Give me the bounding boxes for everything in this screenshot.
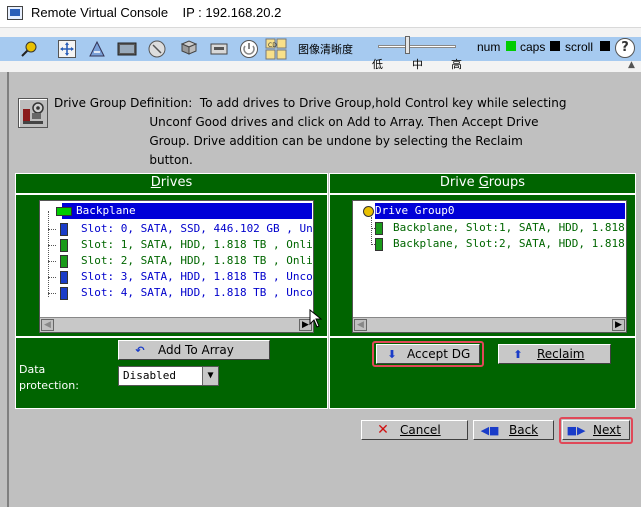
drive-group-icon xyxy=(363,206,374,217)
tree-row-label: Slot: 3, SATA, HDD, 1.818 TB , Unconf xyxy=(81,270,314,283)
scroll-right-arrow[interactable]: ▶ xyxy=(612,319,625,331)
power-icon[interactable] xyxy=(238,38,260,60)
macro-icon[interactable] xyxy=(86,38,108,60)
scroll-left-arrow[interactable]: ◀ xyxy=(354,319,367,331)
console-toolbar: CD 图像清晰度 低 中 高 num caps scroll ? ▲ xyxy=(0,28,641,72)
tree-connector xyxy=(48,211,49,297)
window-title: Remote Virtual Console IP : 192.168.20.2 xyxy=(31,5,282,20)
tree-branch xyxy=(48,261,56,262)
tree-root-backplane[interactable]: Backplane xyxy=(56,203,312,219)
scroll-lock-indicator xyxy=(600,41,610,51)
up-arrow-icon[interactable]: ▲ xyxy=(628,60,635,70)
num-lock-label: num xyxy=(477,40,501,54)
image-quality-label: 图像清晰度 xyxy=(298,43,353,56)
tree-row-label: Slot: 0, SATA, SSD, 446.102 GB , Unco xyxy=(81,222,314,235)
drive-icon xyxy=(375,222,383,235)
tree-root-drive-group[interactable]: Drive Group0 xyxy=(363,203,625,219)
drive-icon xyxy=(60,255,68,268)
scroll-left-arrow[interactable]: ◀ xyxy=(41,319,54,331)
chevron-down-icon[interactable]: ▼ xyxy=(202,367,218,385)
groups-panel-header: Drive Groups xyxy=(329,173,636,194)
slider-tick-low: 低 xyxy=(372,58,383,71)
mouse-icon[interactable] xyxy=(146,38,168,60)
reclaim-button[interactable]: ⬆ Reclaim xyxy=(498,344,611,364)
slider-tick-mid: 中 xyxy=(412,58,423,71)
drive-icon[interactable] xyxy=(178,38,200,60)
keyboard-icon[interactable] xyxy=(116,38,138,60)
tree-branch xyxy=(48,293,56,294)
groups-tree[interactable]: Drive Group0 Backplane, Slot:1, SATA, HD… xyxy=(352,200,627,333)
close-icon: ✕ xyxy=(377,422,389,438)
drives-panel: Backplane Slot: 0, SATA, SSD, 446.102 GB… xyxy=(15,194,328,337)
svg-text:CD: CD xyxy=(268,42,277,49)
tree-branch xyxy=(48,245,56,246)
tree-row-label: Slot: 4, SATA, HDD, 1.818 TB , Uncon xyxy=(81,286,314,299)
drive-icon xyxy=(60,271,68,284)
mouse-cursor-icon xyxy=(309,309,323,328)
pin-icon[interactable] xyxy=(18,38,40,60)
window-title-bar: Remote Virtual Console IP : 192.168.20.2 xyxy=(0,0,641,28)
tree-row-label: Backplane, Slot:1, SATA, HDD, 1.818 xyxy=(393,221,625,234)
cd-icon[interactable]: CD xyxy=(265,38,287,60)
instruction-text: Drive Group Definition: To add drives to… xyxy=(54,96,567,167)
quality-slider-track[interactable] xyxy=(378,45,456,48)
drives-hscrollbar[interactable]: ◀ ▶ xyxy=(40,317,313,332)
scroll-lock-label: scroll xyxy=(565,40,594,54)
tree-connector xyxy=(371,217,372,243)
tree-row-label: Slot: 1, SATA, HDD, 1.818 TB , Online xyxy=(81,238,314,251)
accept-dg-highlight xyxy=(372,341,484,367)
up-arrow-icon: ⬆ xyxy=(513,347,523,361)
groups-panel: Drive Group0 Backplane, Slot:1, SATA, HD… xyxy=(329,194,636,337)
add-to-array-button[interactable]: ↶ Add To Array xyxy=(118,340,270,360)
drive-icon xyxy=(60,223,68,236)
quality-slider-thumb[interactable] xyxy=(405,36,410,54)
next-highlight xyxy=(559,417,633,444)
groups-hscrollbar[interactable]: ◀ ▶ xyxy=(353,317,626,332)
drive-icon xyxy=(375,238,383,251)
drives-actions-area: ↶ Add To Array Data protection: Disabled… xyxy=(15,337,328,409)
drives-panel-header: Drives xyxy=(15,173,328,194)
drives-tree[interactable]: Backplane Slot: 0, SATA, SSD, 446.102 GB… xyxy=(39,200,314,333)
tree-row-label: Slot: 2, SATA, HDD, 1.818 TB , Online xyxy=(81,254,314,267)
groups-actions-area: ⬇ Accept DG ⬆ Reclaim xyxy=(329,337,636,409)
slider-tick-high: 高 xyxy=(451,58,462,71)
tree-row-label: Backplane, Slot:2, SATA, HDD, 1.818 xyxy=(393,237,625,250)
back-arrow-icon: ◀■ xyxy=(480,423,500,437)
back-button[interactable]: ◀■ Back xyxy=(473,420,554,440)
caps-lock-label: caps xyxy=(520,40,546,54)
data-protection-select[interactable]: Disabled ▼ xyxy=(118,366,219,386)
help-button[interactable]: ? xyxy=(615,38,635,58)
backplane-icon xyxy=(56,207,72,216)
wizard-gear-icon xyxy=(18,98,48,128)
data-protection-label: Data protection: xyxy=(19,363,79,392)
drive-icon xyxy=(60,287,68,300)
disk-icon[interactable] xyxy=(208,38,230,60)
tree-branch xyxy=(48,229,56,230)
drive-group-dialog: Drive Group Definition: To add drives to… xyxy=(7,72,641,507)
caps-lock-indicator xyxy=(550,41,560,51)
undo-arrow-icon: ↶ xyxy=(135,343,145,357)
app-icon xyxy=(7,6,23,20)
tree-branch xyxy=(48,277,56,278)
cancel-button[interactable]: ✕ Cancel xyxy=(361,420,468,440)
drive-icon xyxy=(60,239,68,252)
num-lock-indicator xyxy=(506,41,516,51)
move-icon[interactable] xyxy=(56,38,78,60)
